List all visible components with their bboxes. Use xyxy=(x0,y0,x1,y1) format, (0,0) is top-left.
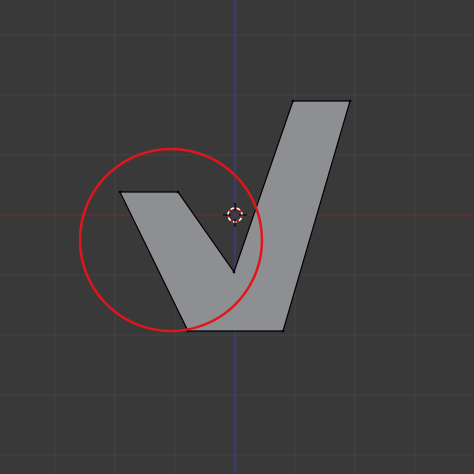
vertex[interactable] xyxy=(291,99,295,103)
viewport-canvas[interactable] xyxy=(0,0,474,474)
vertex[interactable] xyxy=(281,329,285,333)
vertex[interactable] xyxy=(118,190,122,194)
grid-floor xyxy=(0,0,474,474)
vertex[interactable] xyxy=(232,270,236,274)
vertex[interactable] xyxy=(348,99,352,103)
vertex[interactable] xyxy=(176,190,180,194)
3d-viewport[interactable] xyxy=(0,0,474,474)
